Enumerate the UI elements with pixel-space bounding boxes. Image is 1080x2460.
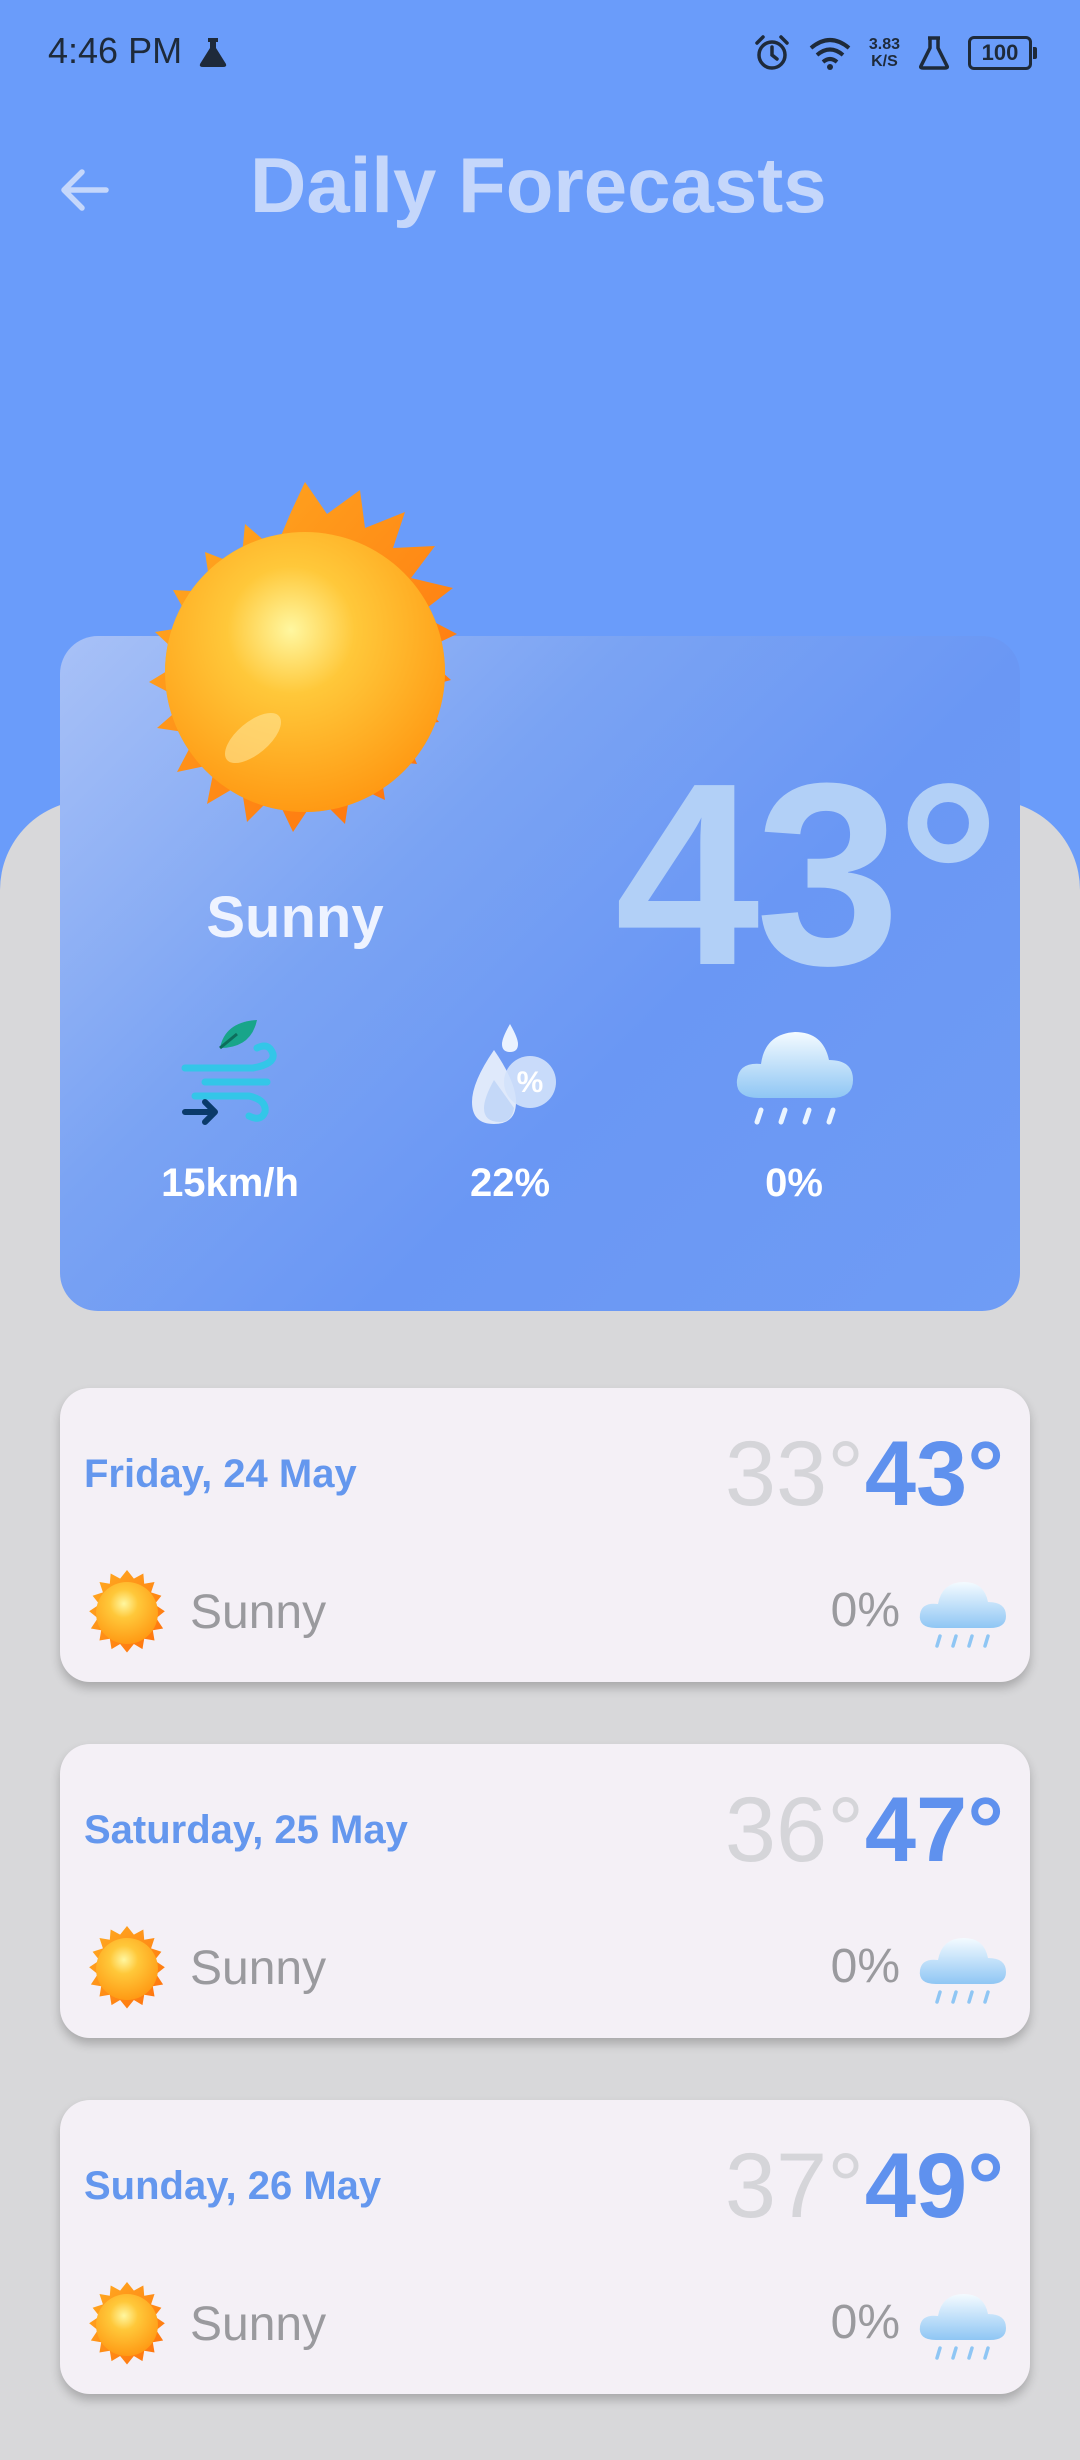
forecast-high-temp: 49° bbox=[864, 2135, 1004, 2237]
current-temperature: 43° bbox=[615, 730, 1000, 1020]
battery-icon: 100 bbox=[968, 36, 1037, 70]
status-time: 4:46 PM bbox=[48, 30, 183, 71]
wind-speed-value: 15km/h bbox=[161, 1161, 299, 1205]
forecast-condition: Sunny bbox=[190, 1942, 327, 1995]
status-icons: 3.83 K/S 100 bbox=[753, 34, 1037, 72]
svg-text:%: % bbox=[517, 1066, 544, 1099]
precipitation-value: 0% bbox=[765, 1161, 823, 1205]
forecast-condition: Sunny bbox=[190, 1586, 327, 1639]
wind-metric: 15km/h bbox=[130, 1018, 330, 1206]
forecast-date: Sunday, 26 May bbox=[84, 2164, 382, 2208]
forecast-high-temp: 43° bbox=[864, 1423, 1004, 1525]
forecast-condition: Sunny bbox=[190, 2298, 327, 2351]
wind-icon bbox=[181, 1020, 277, 1125]
rain-cloud-icon bbox=[919, 1582, 1006, 1648]
sun-icon bbox=[89, 2282, 165, 2365]
flask-icon bbox=[199, 38, 227, 67]
rain-cloud-icon bbox=[736, 1032, 853, 1125]
forecast-low-temp: 33° bbox=[724, 1423, 864, 1525]
humidity-value: 22% bbox=[469, 1161, 551, 1205]
status-bar: 4:46 PM 3.83 K/S 100 bbox=[0, 0, 1080, 110]
flask-icon bbox=[919, 36, 949, 70]
rain-cloud-icon bbox=[919, 2294, 1006, 2360]
forecast-card[interactable]: Saturday, 25 May 36° 47° Sunny 0% bbox=[60, 1744, 1030, 2038]
rain-cloud-icon bbox=[919, 1938, 1006, 2004]
forecast-date: Friday, 24 May bbox=[84, 1452, 357, 1496]
forecast-rain-chance: 0% bbox=[830, 1584, 900, 1637]
back-button[interactable] bbox=[56, 162, 112, 218]
humidity-metric: % 22% bbox=[410, 1018, 610, 1206]
forecast-low-temp: 37° bbox=[724, 2135, 864, 2237]
alarm-icon bbox=[755, 35, 789, 70]
precipitation-metric: 0% bbox=[694, 1018, 894, 1206]
forecast-high-temp: 47° bbox=[864, 1779, 1004, 1881]
sun-icon bbox=[89, 1926, 165, 2009]
forecast-card[interactable]: Friday, 24 May 33° 43° Sunny 0% bbox=[60, 1388, 1030, 1682]
arrow-left-icon bbox=[61, 169, 109, 211]
forecast-rain-chance: 0% bbox=[830, 2296, 900, 2349]
forecast-rain-chance: 0% bbox=[830, 1940, 900, 1993]
forecast-card[interactable]: Sunday, 26 May 37° 49° Sunny 0% bbox=[60, 2100, 1030, 2394]
sun-icon bbox=[149, 482, 457, 832]
current-condition: Sunny bbox=[206, 885, 384, 950]
page-title: Daily Forecasts bbox=[250, 141, 827, 229]
network-speed: 3.83 K/S bbox=[869, 36, 900, 70]
humidity-icon: % bbox=[472, 1024, 556, 1124]
forecast-date: Saturday, 25 May bbox=[84, 1808, 408, 1852]
speed-unit: K/S bbox=[871, 53, 898, 70]
wifi-icon bbox=[809, 38, 851, 70]
forecast-low-temp: 36° bbox=[724, 1779, 864, 1881]
speed-value: 3.83 bbox=[868, 36, 900, 53]
sun-icon bbox=[89, 1570, 165, 1653]
